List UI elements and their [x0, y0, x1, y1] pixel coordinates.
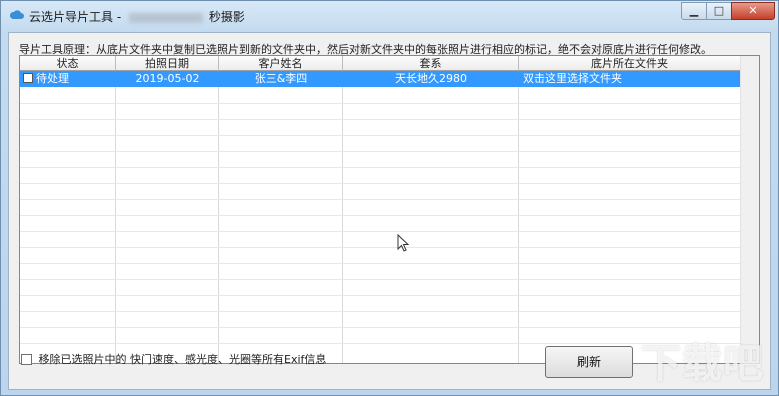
- row-divider: [20, 263, 741, 264]
- close-button[interactable]: ✕: [731, 2, 775, 20]
- title-bar: 云选片导片工具 - 秒摄影 ▁ □ ✕: [1, 1, 778, 31]
- row-divider: [20, 311, 741, 312]
- window-title: 云选片导片工具 - 秒摄影: [29, 8, 245, 25]
- minimize-button[interactable]: ▁: [681, 2, 707, 20]
- blurred-studio-name: [128, 12, 203, 23]
- customer-cell: 张三&李四: [254, 72, 308, 85]
- close-icon: ✕: [748, 4, 758, 17]
- row-checkbox[interactable]: [23, 73, 33, 83]
- photo-table[interactable]: 状态 拍照日期 客户姓名 套系 底片所在文件夹 待处理 2019-05-02 张…: [19, 55, 760, 364]
- window-title-main: 云选片导片工具 -: [29, 10, 122, 24]
- minimize-icon: ▁: [689, 4, 699, 17]
- maximize-button[interactable]: □: [706, 2, 732, 20]
- row-divider: [20, 215, 741, 216]
- column-header-customer[interactable]: 客户姓名: [219, 56, 343, 71]
- column-divider: [518, 71, 519, 363]
- remove-exif-checkbox[interactable]: [21, 354, 32, 365]
- maximize-icon: □: [713, 4, 725, 17]
- row-divider: [20, 151, 741, 152]
- column-header-date[interactable]: 拍照日期: [116, 56, 219, 71]
- column-header-status[interactable]: 状态: [20, 56, 116, 71]
- app-window: 云选片导片工具 - 秒摄影 ▁ □ ✕ 导片工具原理：从底片文件夹中复制已选照片…: [0, 0, 779, 396]
- column-divider: [115, 71, 116, 363]
- status-cell: 待处理: [20, 71, 116, 87]
- row-divider: [20, 135, 741, 136]
- row-divider: [20, 247, 741, 248]
- row-divider: [20, 343, 741, 344]
- column-header-folder[interactable]: 底片所在文件夹: [519, 56, 741, 71]
- remove-exif-option[interactable]: 移除已选照片中的 快门速度、感光度、光圈等所有Exif信息: [21, 351, 326, 367]
- date-cell: 2019-05-02: [135, 72, 200, 85]
- row-divider: [20, 279, 741, 280]
- folder-cell[interactable]: 双击这里选择文件夹: [519, 71, 741, 87]
- row-divider: [20, 295, 741, 296]
- mouse-cursor-icon: [397, 234, 409, 252]
- column-divider: [218, 71, 219, 363]
- column-header-package[interactable]: 套系: [343, 56, 519, 71]
- column-divider: [342, 71, 343, 363]
- remove-exif-label: 移除已选照片中的 快门速度、感光度、光圈等所有Exif信息: [38, 353, 327, 366]
- table-row[interactable]: 待处理 2019-05-02 张三&李四 天长地久2980 双击这里选择文件夹: [20, 71, 741, 87]
- package-cell: 天长地久2980: [395, 72, 467, 85]
- window-title-suffix: 秒摄影: [208, 10, 245, 24]
- cloud-icon: [9, 10, 24, 19]
- refresh-button[interactable]: 刷新: [545, 346, 633, 378]
- row-divider: [20, 199, 741, 200]
- row-divider: [20, 183, 741, 184]
- row-divider: [20, 167, 741, 168]
- row-divider: [20, 231, 741, 232]
- vertical-scrollbar[interactable]: [740, 56, 759, 363]
- row-divider: [20, 119, 741, 120]
- row-divider: [20, 103, 741, 104]
- status-value: 待处理: [36, 72, 69, 85]
- row-divider: [20, 327, 741, 328]
- watermark-text: 下载吧: [641, 341, 764, 387]
